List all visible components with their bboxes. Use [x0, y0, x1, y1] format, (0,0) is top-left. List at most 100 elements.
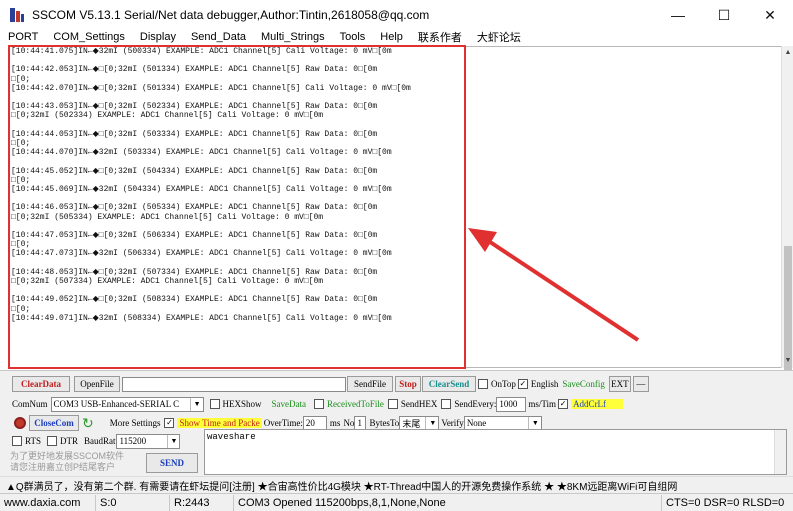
title-bar: SSCOM V5.13.1 Serial/Net data debugger,A…	[0, 0, 793, 30]
send-interval-input[interactable]: 1000	[496, 396, 527, 412]
receive-line: □[0;32mI (502334) EXAMPLE: ADC1 Channel[…	[11, 111, 324, 121]
chevron-down-icon: ▼	[425, 416, 436, 430]
rts-checkbox[interactable]	[12, 436, 22, 446]
minimize-button[interactable]: —	[655, 0, 701, 30]
menu-port[interactable]: PORT	[0, 31, 45, 43]
scroll-down-icon[interactable]: ▼	[782, 354, 793, 368]
send-file-button[interactable]: SendFile	[347, 376, 393, 392]
receive-line	[11, 157, 411, 166]
show-time-checkbox[interactable]: ✓	[164, 418, 175, 428]
more-settings-button[interactable]: More Settings	[110, 418, 161, 428]
send-hex-label: SendHEX	[400, 399, 438, 409]
receive-line	[11, 121, 411, 130]
ext-button[interactable]: EXT	[608, 376, 631, 392]
hex-show-checkbox[interactable]	[209, 399, 220, 409]
receive-text-area[interactable]: [10:44:41.075]IN←◆32mI (500334) EXAMPLE:…	[8, 46, 781, 368]
menu-send-data[interactable]: Send_Data	[183, 31, 253, 43]
menu-com-settings[interactable]: COM_Settings	[45, 31, 132, 43]
receive-line: □[0;	[11, 139, 31, 149]
open-file-button[interactable]: OpenFile	[74, 376, 120, 392]
received-to-file-label: ReceivedToFile	[327, 399, 384, 409]
receive-line	[11, 259, 411, 268]
close-button[interactable]: ✕	[747, 0, 793, 30]
receive-line: [10:44:43.053]IN←◆□[0;32mI (502334) EXAM…	[11, 102, 378, 112]
baudrate-label: BaudRat	[83, 436, 116, 446]
receive-log: [10:44:41.075]IN←◆32mI (500334) EXAMPLE:…	[11, 47, 411, 323]
refresh-icon[interactable]: ↻	[82, 415, 94, 432]
receive-line	[11, 286, 411, 295]
scroll-up-icon[interactable]: ▲	[782, 46, 793, 60]
send-hex-checkbox[interactable]	[387, 399, 398, 409]
com-num-label: ComNum	[12, 399, 48, 409]
menu-help[interactable]: Help	[372, 31, 410, 43]
com-port-select[interactable]: COM3 USB-Enhanced-SERIAL C ▼	[50, 396, 204, 412]
left-edge-strip	[0, 46, 8, 368]
save-data-button[interactable]: SaveData	[272, 399, 306, 409]
send-every-label: SendEvery:	[454, 399, 497, 409]
send-text-input[interactable]: waveshare	[204, 429, 787, 475]
baudrate-select[interactable]: 115200 ▼	[116, 433, 181, 449]
receive-line	[11, 194, 411, 203]
send-button[interactable]: SEND	[146, 453, 198, 473]
english-label: English	[530, 379, 559, 389]
receive-line: [10:44:48.053]IN←◆□[0;32mI (507334) EXAM…	[11, 267, 378, 277]
send-text-value: waveshare	[207, 432, 256, 442]
receive-line: [10:44:44.070]IN←◆32mI (503334) EXAMPLE:…	[11, 148, 392, 158]
promo-bar[interactable]: ▲Q群满员了，没有第二个群. 有需要请在虾坛提问[注册] ★合宙高性价比4G模块…	[0, 476, 793, 493]
stop-button[interactable]: Stop	[395, 376, 421, 392]
receive-scrollbar[interactable]: ▲ ▼	[781, 46, 793, 386]
ontop-checkbox[interactable]	[478, 379, 488, 389]
maximize-button[interactable]: ☐	[701, 0, 747, 30]
receive-line: [10:44:41.075]IN←◆32mI (500334) EXAMPLE:…	[11, 47, 392, 56]
dtr-label: DTR	[59, 436, 78, 446]
verify-label: Verify	[441, 418, 464, 428]
send-scrollbar[interactable]	[774, 430, 786, 474]
control-panel: ClearData OpenFile SendFile Stop ClearSe…	[0, 370, 793, 476]
verify-value: None	[466, 418, 487, 428]
receive-line: [10:44:44.053]IN←◆□[0;32mI (503334) EXAM…	[11, 129, 378, 139]
send-every-checkbox[interactable]	[441, 399, 452, 409]
bytes-to-label: BytesTo	[369, 418, 400, 428]
menu-contact-author[interactable]: 联系作者	[410, 29, 469, 45]
website-link[interactable]: www.daxia.com	[0, 494, 96, 511]
line-signals: CTS=0 DSR=0 RLSD=0	[666, 496, 785, 509]
sent-count: S:0	[96, 494, 170, 511]
receive-line: [10:44:42.070]IN←◆□[0;32mI (501334) EXAM…	[11, 83, 411, 93]
hex-show-label: HEXShow	[222, 399, 262, 409]
overtime-label: OverTime:	[263, 418, 303, 428]
file-path-input[interactable]	[122, 376, 346, 392]
bytes-to-value: 末尾	[402, 418, 421, 429]
save-config-button[interactable]: SaveConfig	[562, 379, 605, 389]
rts-label: RTS	[25, 436, 41, 446]
receive-line	[11, 93, 411, 102]
chevron-down-icon: ▼	[527, 416, 539, 430]
english-checkbox[interactable]: ✓	[517, 379, 528, 389]
clear-data-button[interactable]: ClearData	[12, 376, 70, 392]
received-count: R:2443	[170, 494, 234, 511]
baudrate-value: 115200	[119, 436, 147, 446]
port-status-text: COM3 Opened 115200bps,8,1,None,None	[234, 494, 662, 511]
ontop-label: OnTop	[491, 379, 516, 389]
close-com-button[interactable]: CloseCom	[29, 415, 79, 431]
window-title: SSCOM V5.13.1 Serial/Net data debugger,A…	[32, 8, 430, 22]
status-bar: www.daxia.com S:0 R:2443 COM3 Opened 115…	[0, 493, 793, 511]
menu-display[interactable]: Display	[132, 31, 183, 43]
menu-tools[interactable]: Tools	[332, 31, 373, 43]
dtr-checkbox[interactable]	[46, 436, 57, 446]
no-label: No	[343, 418, 355, 428]
chevron-down-icon: ▼	[166, 434, 177, 448]
add-crlf-checkbox[interactable]: ✓	[558, 399, 569, 409]
register-promo-line-2: 请您注册嘉立创P结尾客户	[10, 462, 116, 472]
clear-send-button[interactable]: ClearSend	[422, 376, 476, 392]
chevron-down-icon: ▼	[189, 397, 201, 411]
receive-line: □[0;	[11, 240, 31, 250]
receive-line: [10:44:45.069]IN←◆32mI (504334) EXAMPLE:…	[11, 185, 392, 195]
receive-line: [10:44:46.053]IN←◆□[0;32mI (505334) EXAM…	[11, 203, 378, 213]
received-to-file-checkbox[interactable]	[314, 399, 325, 409]
com-port-value: COM3 USB-Enhanced-SERIAL C	[53, 399, 180, 409]
menu-forum[interactable]: 大虾论坛	[469, 29, 528, 45]
collapse-button[interactable]: —	[632, 376, 649, 392]
register-promo[interactable]: 为了更好地发展SSCOM软件 请您注册嘉立创P结尾客户	[10, 451, 140, 473]
receive-line: [10:44:49.071]IN←◆32mI (508334) EXAMPLE:…	[11, 313, 392, 323]
menu-multi-strings[interactable]: Multi_Strings	[253, 31, 332, 43]
